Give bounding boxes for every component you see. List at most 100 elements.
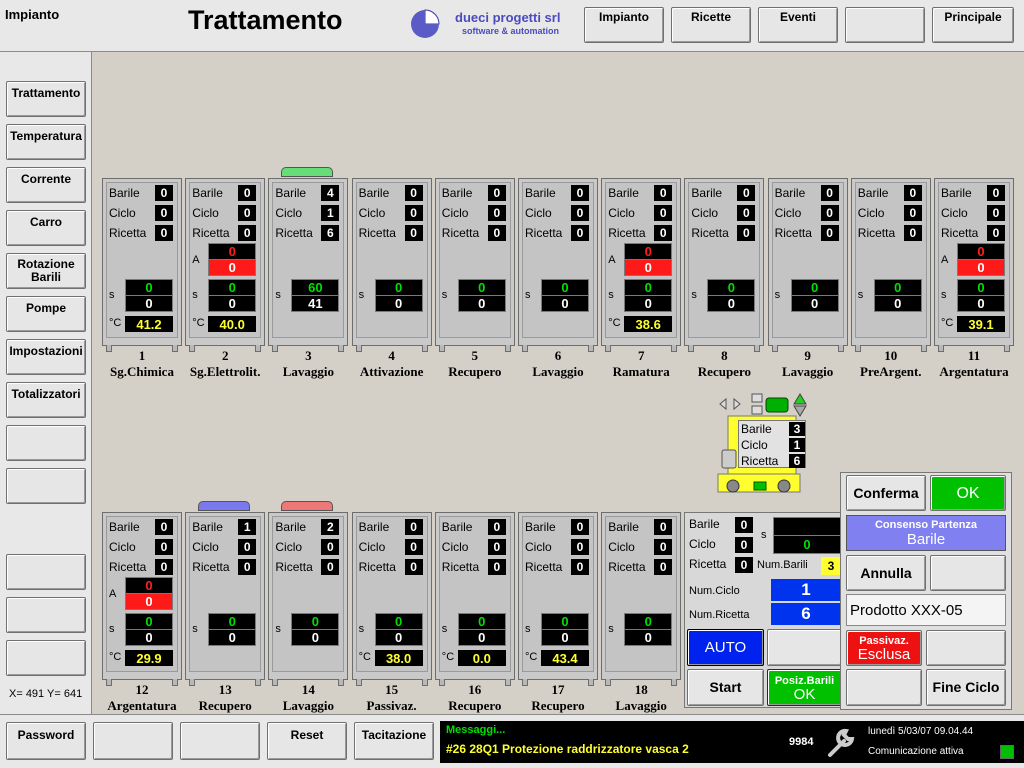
control-empty-button-1[interactable] bbox=[930, 555, 1006, 591]
tank-a-label: A bbox=[941, 254, 949, 266]
tank-ricetta-label: Ricetta bbox=[441, 226, 480, 240]
fine-ciclo-button[interactable]: Fine Ciclo bbox=[926, 669, 1006, 706]
tank-barile-row: Barile 0 bbox=[442, 184, 506, 202]
tank-current-actual: 0 bbox=[958, 260, 1004, 275]
tank-time-actual: 0 bbox=[561, 630, 569, 645]
tank-ricetta-label: Ricetta bbox=[109, 560, 147, 574]
tank-number: 1 bbox=[138, 348, 146, 363]
tank-ciclo-value: 0 bbox=[155, 205, 173, 221]
start-button[interactable]: Start bbox=[687, 669, 764, 706]
tank-barile-row: Barile 0 bbox=[109, 518, 173, 536]
station-barile-label: Barile bbox=[689, 517, 720, 531]
tank-ricetta-value: 0 bbox=[321, 559, 340, 575]
tank-4[interactable]: Barile 0 Ciclo 0 Ricetta 0 s 0 0 bbox=[351, 178, 432, 352]
tank-s-label: s bbox=[691, 289, 697, 301]
tank-s-label: s bbox=[774, 289, 781, 301]
auto-mode-button[interactable]: AUTO bbox=[687, 629, 764, 666]
tank-7[interactable]: Barile 0 Ciclo 0 Ricetta 0 A 0 0 s 0 0 °C 38.6 bbox=[601, 178, 682, 352]
tank-name: Argentatura bbox=[107, 698, 177, 713]
tank-barile-label: Barile bbox=[358, 186, 390, 200]
tank-ciclo-row: Ciclo 0 bbox=[775, 204, 839, 222]
status-panel: Messaggi... #26 28Q1 Protezione raddrizz… bbox=[440, 721, 1024, 763]
tank-temperature: 38.6 bbox=[624, 316, 673, 332]
num-ricetta-value[interactable]: 6 bbox=[771, 603, 841, 625]
tank-barile-label: Barile bbox=[441, 520, 473, 534]
conferma-button[interactable]: Conferma bbox=[846, 475, 926, 511]
tank-18[interactable]: Barile 0 Ciclo 0 Ricetta 0 s 0 0 bbox=[601, 512, 682, 686]
tank-ricetta-label: Ricetta bbox=[774, 226, 812, 240]
tacitazione-button[interactable]: Tacitazione bbox=[354, 722, 434, 760]
tank-ricetta-value: 0 bbox=[903, 225, 922, 241]
consenso-label: Consenso Partenza bbox=[874, 519, 978, 531]
tank-time-actual: 0 bbox=[977, 296, 985, 311]
tank-12[interactable]: Barile 0 Ciclo 0 Ricetta 0 A 0 0 s 0 0 °C 29.9 bbox=[102, 512, 182, 686]
tank-ricetta-value: 0 bbox=[820, 225, 839, 241]
tank-time-display: 00 bbox=[707, 279, 756, 312]
tank-6[interactable]: Barile 0 Ciclo 0 Ricetta 0 s 0 0 bbox=[518, 178, 598, 352]
tank-ricetta-row: Ricetta 0 bbox=[192, 224, 257, 242]
tank-time-set: 0 bbox=[375, 614, 422, 630]
wrench-icon[interactable] bbox=[824, 725, 858, 759]
tank-temperature: 43.4 bbox=[541, 650, 589, 666]
passivaz-button[interactable]: Passivaz. Esclusa bbox=[846, 630, 922, 666]
tank-time-set: 0 bbox=[126, 280, 172, 296]
tank-15[interactable]: Barile 0 Ciclo 0 Ricetta 0 s 0 0 °C 38.0 bbox=[351, 512, 432, 686]
control-empty-button-2[interactable] bbox=[926, 630, 1006, 666]
tank-barile-label: Barile bbox=[525, 520, 556, 534]
tank-8[interactable]: Barile 0 Ciclo 0 Ricetta 0 s 0 0 bbox=[684, 178, 765, 352]
tank-number: 16 bbox=[468, 682, 482, 697]
tank-ciclo-row: Ciclo 0 bbox=[858, 204, 922, 222]
consenso-value: Barile bbox=[906, 531, 946, 548]
tank-ciclo-row: Ciclo 0 bbox=[608, 204, 673, 222]
tank-barile-label: Barile bbox=[109, 520, 140, 534]
ok-button[interactable]: OK bbox=[930, 475, 1006, 511]
tank-ricetta-row: Ricetta 6 bbox=[275, 224, 340, 242]
control-empty-button-3[interactable] bbox=[846, 669, 922, 706]
tank-ricetta-label: Ricetta bbox=[441, 560, 480, 574]
tank-barile-row: Barile 1 bbox=[192, 518, 257, 536]
tank-10[interactable]: Barile 0 Ciclo 0 Ricetta 0 s 0 0 bbox=[850, 178, 931, 352]
tank-9[interactable]: Barile 0 Ciclo 0 Ricetta 0 s 0 0 bbox=[767, 178, 848, 352]
num-ciclo-value[interactable]: 1 bbox=[771, 579, 841, 601]
tank-3[interactable]: Barile 4 Ciclo 1 Ricetta 6 s 60 41 bbox=[268, 178, 349, 352]
tank-16[interactable]: Barile 0 Ciclo 0 Ricetta 0 s 0 0 °C 0.0 bbox=[434, 512, 515, 686]
tank-barile-value: 0 bbox=[571, 185, 589, 201]
tank-temperature: 41.2 bbox=[125, 316, 173, 332]
tank-time-display: 00 bbox=[624, 279, 673, 312]
tank-2[interactable]: Barile 0 Ciclo 0 Ricetta 0 A 0 0 s 0 0 °C 40.0 bbox=[185, 178, 266, 352]
tank-1[interactable]: Barile 0 Ciclo 0 Ricetta 0 s 0 0 °C 41.2 bbox=[102, 178, 182, 352]
tank-ricetta-value: 0 bbox=[404, 559, 423, 575]
tank-a-label: A bbox=[192, 254, 200, 266]
tank-11[interactable]: Barile 0 Ciclo 0 Ricetta 0 A 0 0 s 0 0 °C 39.1 bbox=[934, 178, 1014, 352]
tank-time-actual: 0 bbox=[311, 630, 319, 645]
footer-empty-button-1[interactable] bbox=[93, 722, 173, 760]
station-empty-button[interactable] bbox=[767, 629, 842, 666]
tank-barile-label: Barile bbox=[525, 186, 556, 200]
tank-current-actual: 0 bbox=[625, 260, 672, 275]
tank-ciclo-label: Ciclo bbox=[525, 206, 552, 220]
tank-current-set: 0 bbox=[209, 244, 256, 260]
tank-13[interactable]: Barile 1 Ciclo 0 Ricetta 0 s 0 0 bbox=[185, 512, 266, 686]
tank-ricetta-value: 0 bbox=[155, 559, 173, 575]
reset-button[interactable]: Reset bbox=[267, 722, 347, 760]
tank-ricetta-value: 0 bbox=[571, 559, 589, 575]
tank-14[interactable]: Barile 2 Ciclo 0 Ricetta 0 s 0 0 bbox=[268, 512, 349, 686]
tank-time-set: 0 bbox=[375, 280, 422, 296]
tank-ricetta-row: Ricetta 0 bbox=[109, 558, 173, 576]
station-barile-value: 0 bbox=[735, 517, 753, 533]
tank-ciclo-label: Ciclo bbox=[441, 206, 469, 220]
posiz-barili-button[interactable]: Posiz.Barili OK bbox=[767, 669, 842, 706]
tank-17[interactable]: Barile 0 Ciclo 0 Ricetta 0 s 0 0 °C 43.4 bbox=[518, 512, 598, 686]
tank-ricetta-label: Ricetta bbox=[857, 226, 896, 240]
tank-barile-row: Barile 4 bbox=[275, 184, 340, 202]
tank-number: 12 bbox=[135, 682, 149, 697]
annulla-button[interactable]: Annulla bbox=[846, 555, 926, 591]
tank-time-display: 00 bbox=[624, 613, 673, 646]
carriage[interactable]: Barile 3 Ciclo 1 Ricetta 6 bbox=[716, 392, 826, 498]
tank-5[interactable]: Barile 0 Ciclo 0 Ricetta 0 s 0 0 bbox=[434, 178, 515, 352]
tank-temperature: 38.0 bbox=[374, 650, 423, 666]
tank-name: Recupero bbox=[697, 364, 751, 379]
tank-s-label: s bbox=[857, 289, 864, 301]
password-button[interactable]: Password bbox=[6, 722, 86, 760]
footer-empty-button-2[interactable] bbox=[180, 722, 260, 760]
